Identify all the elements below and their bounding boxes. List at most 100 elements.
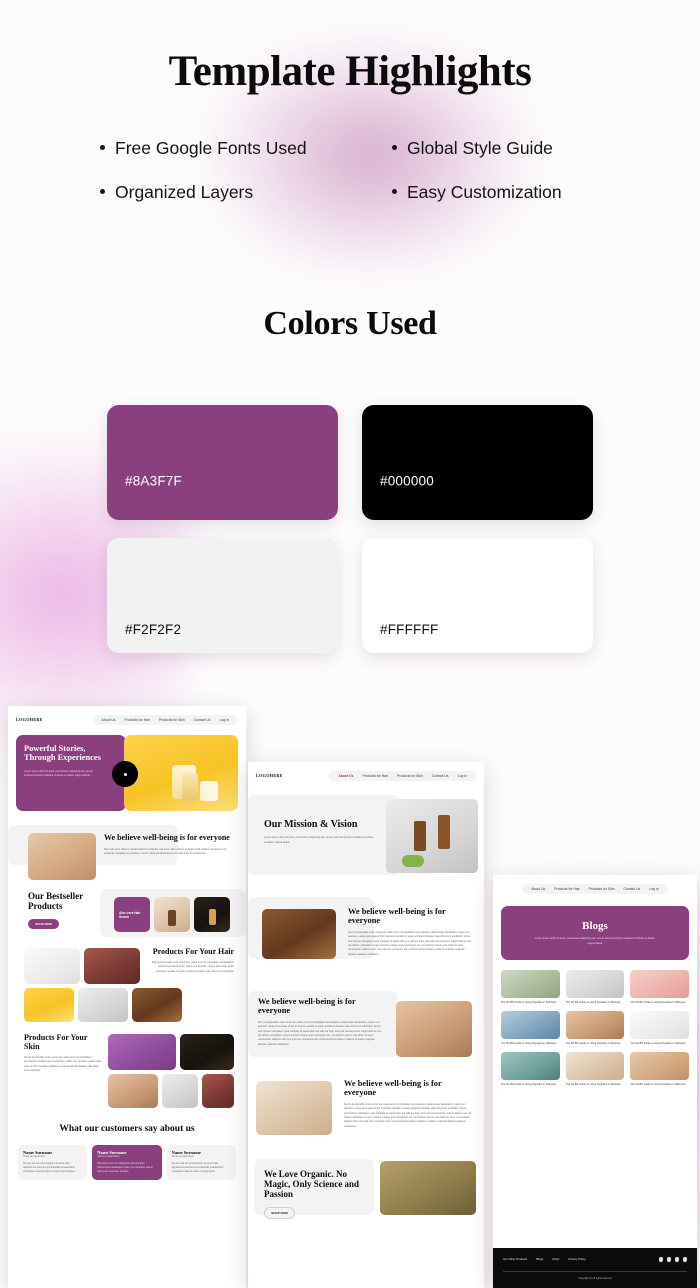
bullet-dot-icon: [100, 189, 105, 194]
organic-title: We Love Organic. No Magic, Only Science …: [264, 1169, 359, 1200]
blog-card-image: [565, 1052, 625, 1081]
blog-card[interactable]: The No BS Guide to Using Peptides in Ski…: [565, 1011, 625, 1046]
mockup-about-navbar[interactable]: LOGOHERE About Us Products for Hair Prod…: [248, 768, 484, 783]
blogs-banner: Blogs Lorem ipsum dolor sit amet, consec…: [501, 906, 689, 960]
logo[interactable]: LOGOHERE: [256, 773, 283, 778]
nav-item-products-skin[interactable]: Products for Skin: [397, 774, 423, 778]
testimonial-card: Name Surname Works at organization We ar…: [18, 1144, 88, 1180]
blog-card-image: [501, 970, 560, 998]
nav-item-about-us[interactable]: About Us: [338, 774, 353, 778]
product-card-3[interactable]: [194, 897, 230, 932]
home-testimonials-section: What our customers say about us Name Sur…: [8, 1124, 246, 1180]
blog-card[interactable]: The No BS Guide to Using Peptides in Ski…: [565, 1052, 625, 1087]
about-believe-section-b: We believe well-being is for everyone Se…: [248, 985, 484, 1063]
mockup-blogs-page[interactable]: About Us Products for Hair Products for …: [493, 875, 697, 1288]
home-bestseller-section: Our Bestseller Products SHOP NOW Aloe ve…: [8, 887, 246, 942]
bullet-dot-icon: [392, 145, 397, 150]
mission-image: [386, 799, 478, 873]
nav-item-products-skin[interactable]: Products for Skin: [159, 718, 185, 722]
product-card-label: Aloe vera Hair Serum: [119, 911, 141, 920]
blog-card[interactable]: The No BS Guide to Using Peptides in Ski…: [501, 970, 560, 1005]
twitter-icon[interactable]: [674, 1257, 679, 1262]
blogs-banner-title: Blogs: [582, 919, 608, 932]
nav-item-about-us[interactable]: About Us: [102, 718, 116, 722]
color-swatch-white: #FFFFFF: [362, 538, 593, 653]
nav-links[interactable]: About Us Products for Hair Products for …: [92, 714, 238, 725]
nav-item-log-in[interactable]: Log In: [649, 887, 658, 891]
blog-card[interactable]: The No BS Guide to Using Peptides in Ski…: [630, 1052, 689, 1087]
shop-now-button[interactable]: SHOP NOW: [28, 919, 59, 930]
nav-item-products-hair[interactable]: Products for Hair: [125, 718, 150, 722]
hero-body: Lorem ipsum dolor sit amet, consectetur …: [24, 769, 94, 778]
organic-button[interactable]: SHOP NOW: [264, 1207, 295, 1220]
nav-item-products-hair[interactable]: Products for Hair: [363, 774, 388, 778]
highlight-label: Organized Layers: [115, 182, 254, 202]
testimonial-role: Works at organization: [171, 1155, 194, 1158]
blog-card[interactable]: The No BS Guide to Using Peptides in Ski…: [565, 970, 625, 1005]
blog-card-title: The No BS Guide to Using Peptides in Ski…: [501, 1083, 556, 1087]
nav-item-contact-us[interactable]: Contact Us: [194, 718, 211, 722]
testimonial-card-highlighted: Name Surname Works at organization We na…: [92, 1144, 162, 1180]
home-believe-section: We believe well-being is for everyone Du…: [8, 825, 246, 880]
facebook-icon[interactable]: [658, 1257, 663, 1262]
footer-links[interactable]: Our Other Products Blogs FAQs Privacy Po…: [503, 1257, 687, 1262]
blog-card-title: The No BS Guide to Using Peptides in Ski…: [501, 1042, 556, 1046]
footer-social-icons[interactable]: [658, 1257, 687, 1262]
linkedin-icon[interactable]: [682, 1257, 687, 1262]
bullet-dot-icon: [100, 145, 105, 150]
footer-copyright: Copyright (c) All rights reserved: [578, 1277, 612, 1280]
product-card-aloe[interactable]: Aloe vera Hair Serum: [114, 897, 150, 932]
blog-card-grid: The No BS Guide to Using Peptides in Ski…: [501, 970, 689, 1087]
blog-card[interactable]: The No BS Guide to Using Peptides in Ski…: [501, 1011, 560, 1046]
blog-card-title: The No BS Guide to Using Peptides in Ski…: [501, 1001, 556, 1004]
footer-link-privacy-policy[interactable]: Privacy Policy: [568, 1257, 585, 1261]
testimonial-body: We are wat our accusantium sit amet odio…: [171, 1161, 224, 1174]
instagram-icon[interactable]: [666, 1257, 671, 1262]
logo[interactable]: LOGOHERE: [16, 717, 43, 722]
blog-card-title: The No BS Guide to Using Peptides in Ski…: [565, 1001, 621, 1004]
mission-body: Lorem ipsum dolor sit amet, consectetur …: [264, 836, 374, 844]
mockup-about-page[interactable]: LOGOHERE About Us Products for Hair Prod…: [248, 762, 484, 1288]
color-swatch-black: #000000: [362, 405, 593, 520]
nav-item-contact-us[interactable]: Contact Us: [624, 887, 641, 891]
home-hero: Powerful Stories, Through Experiences Lo…: [16, 735, 238, 811]
hero-purple-panel: Powerful Stories, Through Experiences Lo…: [16, 735, 126, 811]
nav-item-contact-us[interactable]: Contact Us: [432, 774, 449, 778]
nav-item-products-skin[interactable]: Products for Skin: [589, 887, 615, 891]
about-believe-section-c: We believe well-being is for everyone Se…: [248, 1075, 484, 1149]
nav-item-log-in[interactable]: Log In: [458, 774, 467, 778]
footer-link-faqs[interactable]: FAQs: [552, 1257, 559, 1261]
nav-links[interactable]: About Us Products for Hair Products for …: [522, 883, 668, 894]
about-organic-section: We Love Organic. No Magic, Only Science …: [248, 1159, 484, 1220]
home-skin-section: Products For Your Skin Sed ut perspiciat…: [8, 1033, 246, 1114]
color-swatch-purple: #8A3F7F: [107, 405, 338, 520]
nav-links[interactable]: About Us Products for Hair Products for …: [329, 770, 476, 781]
nav-item-about-us[interactable]: About Us: [531, 887, 545, 891]
testimonial-name: Name Surname: [97, 1149, 127, 1155]
organic-image: [380, 1161, 476, 1215]
footer-link-other-products[interactable]: Our Other Products: [503, 1257, 527, 1261]
nav-item-products-hair[interactable]: Products for Hair: [554, 887, 579, 891]
highlight-label: Easy Customization: [407, 182, 562, 202]
nav-item-log-in[interactable]: Log In: [220, 718, 229, 722]
hero-product-image: [124, 735, 238, 811]
blog-card[interactable]: The No BS Guide to Using Peptides in Ski…: [630, 1011, 689, 1046]
hero-play-badge[interactable]: [112, 761, 138, 787]
believe-body-c: Sed ut perspiciatis unde omnis iste natu…: [344, 1102, 472, 1128]
mockup-home-navbar[interactable]: LOGOHERE About Us Products for Hair Prod…: [8, 712, 246, 727]
hair-title: Products For Your Hair: [152, 947, 234, 956]
blog-card[interactable]: The No BS Guide to Using Peptides in Ski…: [501, 1052, 560, 1087]
highlight-item: Free Google Fonts Used: [100, 138, 392, 159]
product-card-2[interactable]: [154, 897, 190, 932]
mockup-home-page[interactable]: LOGOHERE About Us Products for Hair Prod…: [8, 706, 246, 1288]
believe-body: Duis aute irure dolor in reprehenderit i…: [104, 847, 227, 856]
blog-card-image: [630, 1052, 689, 1081]
color-hex-label: #000000: [380, 473, 434, 489]
template-highlights-page: Template Highlights Free Google Fonts Us…: [0, 0, 700, 1288]
blog-card-image: [630, 970, 689, 998]
blog-card[interactable]: The No BS Guide to Using Peptides in Ski…: [630, 970, 689, 1005]
mockup-blogs-navbar[interactable]: About Us Products for Hair Products for …: [493, 881, 697, 896]
mockup-gallery: LOGOHERE About Us Products for Hair Prod…: [0, 700, 700, 1288]
highlight-item: Global Style Guide: [392, 138, 620, 159]
footer-link-blogs[interactable]: Blogs: [536, 1257, 543, 1261]
